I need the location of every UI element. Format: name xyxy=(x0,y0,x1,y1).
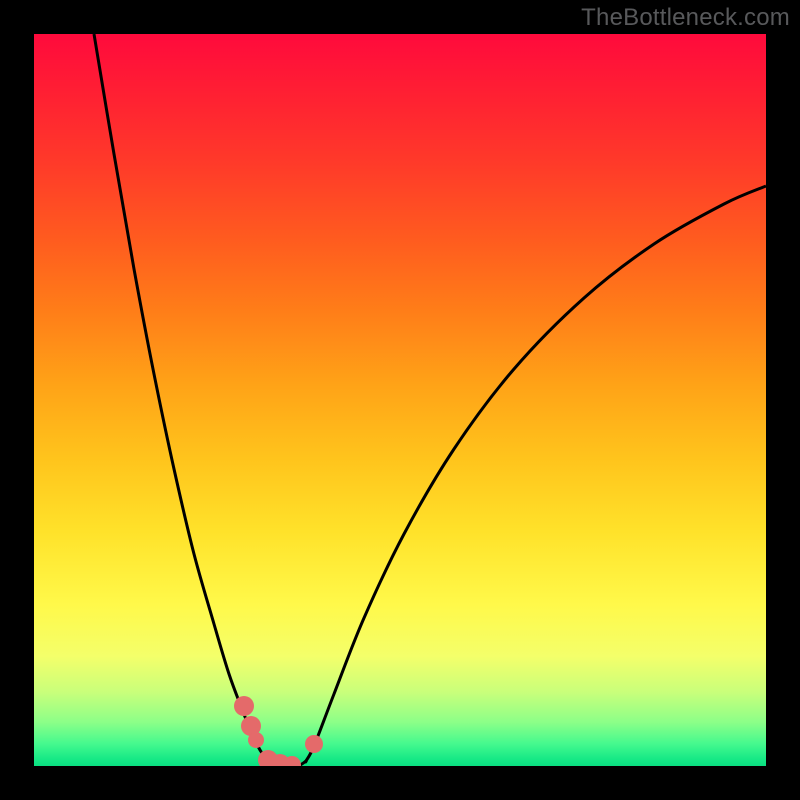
watermark-text: TheBottleneck.com xyxy=(581,4,790,32)
plot-area xyxy=(34,34,766,766)
curve-layer xyxy=(34,34,766,766)
data-marker xyxy=(305,735,323,753)
bottleneck-curve xyxy=(94,34,766,766)
chart-canvas: TheBottleneck.com xyxy=(0,0,800,800)
data-marker xyxy=(234,696,254,716)
data-marker xyxy=(248,732,264,748)
